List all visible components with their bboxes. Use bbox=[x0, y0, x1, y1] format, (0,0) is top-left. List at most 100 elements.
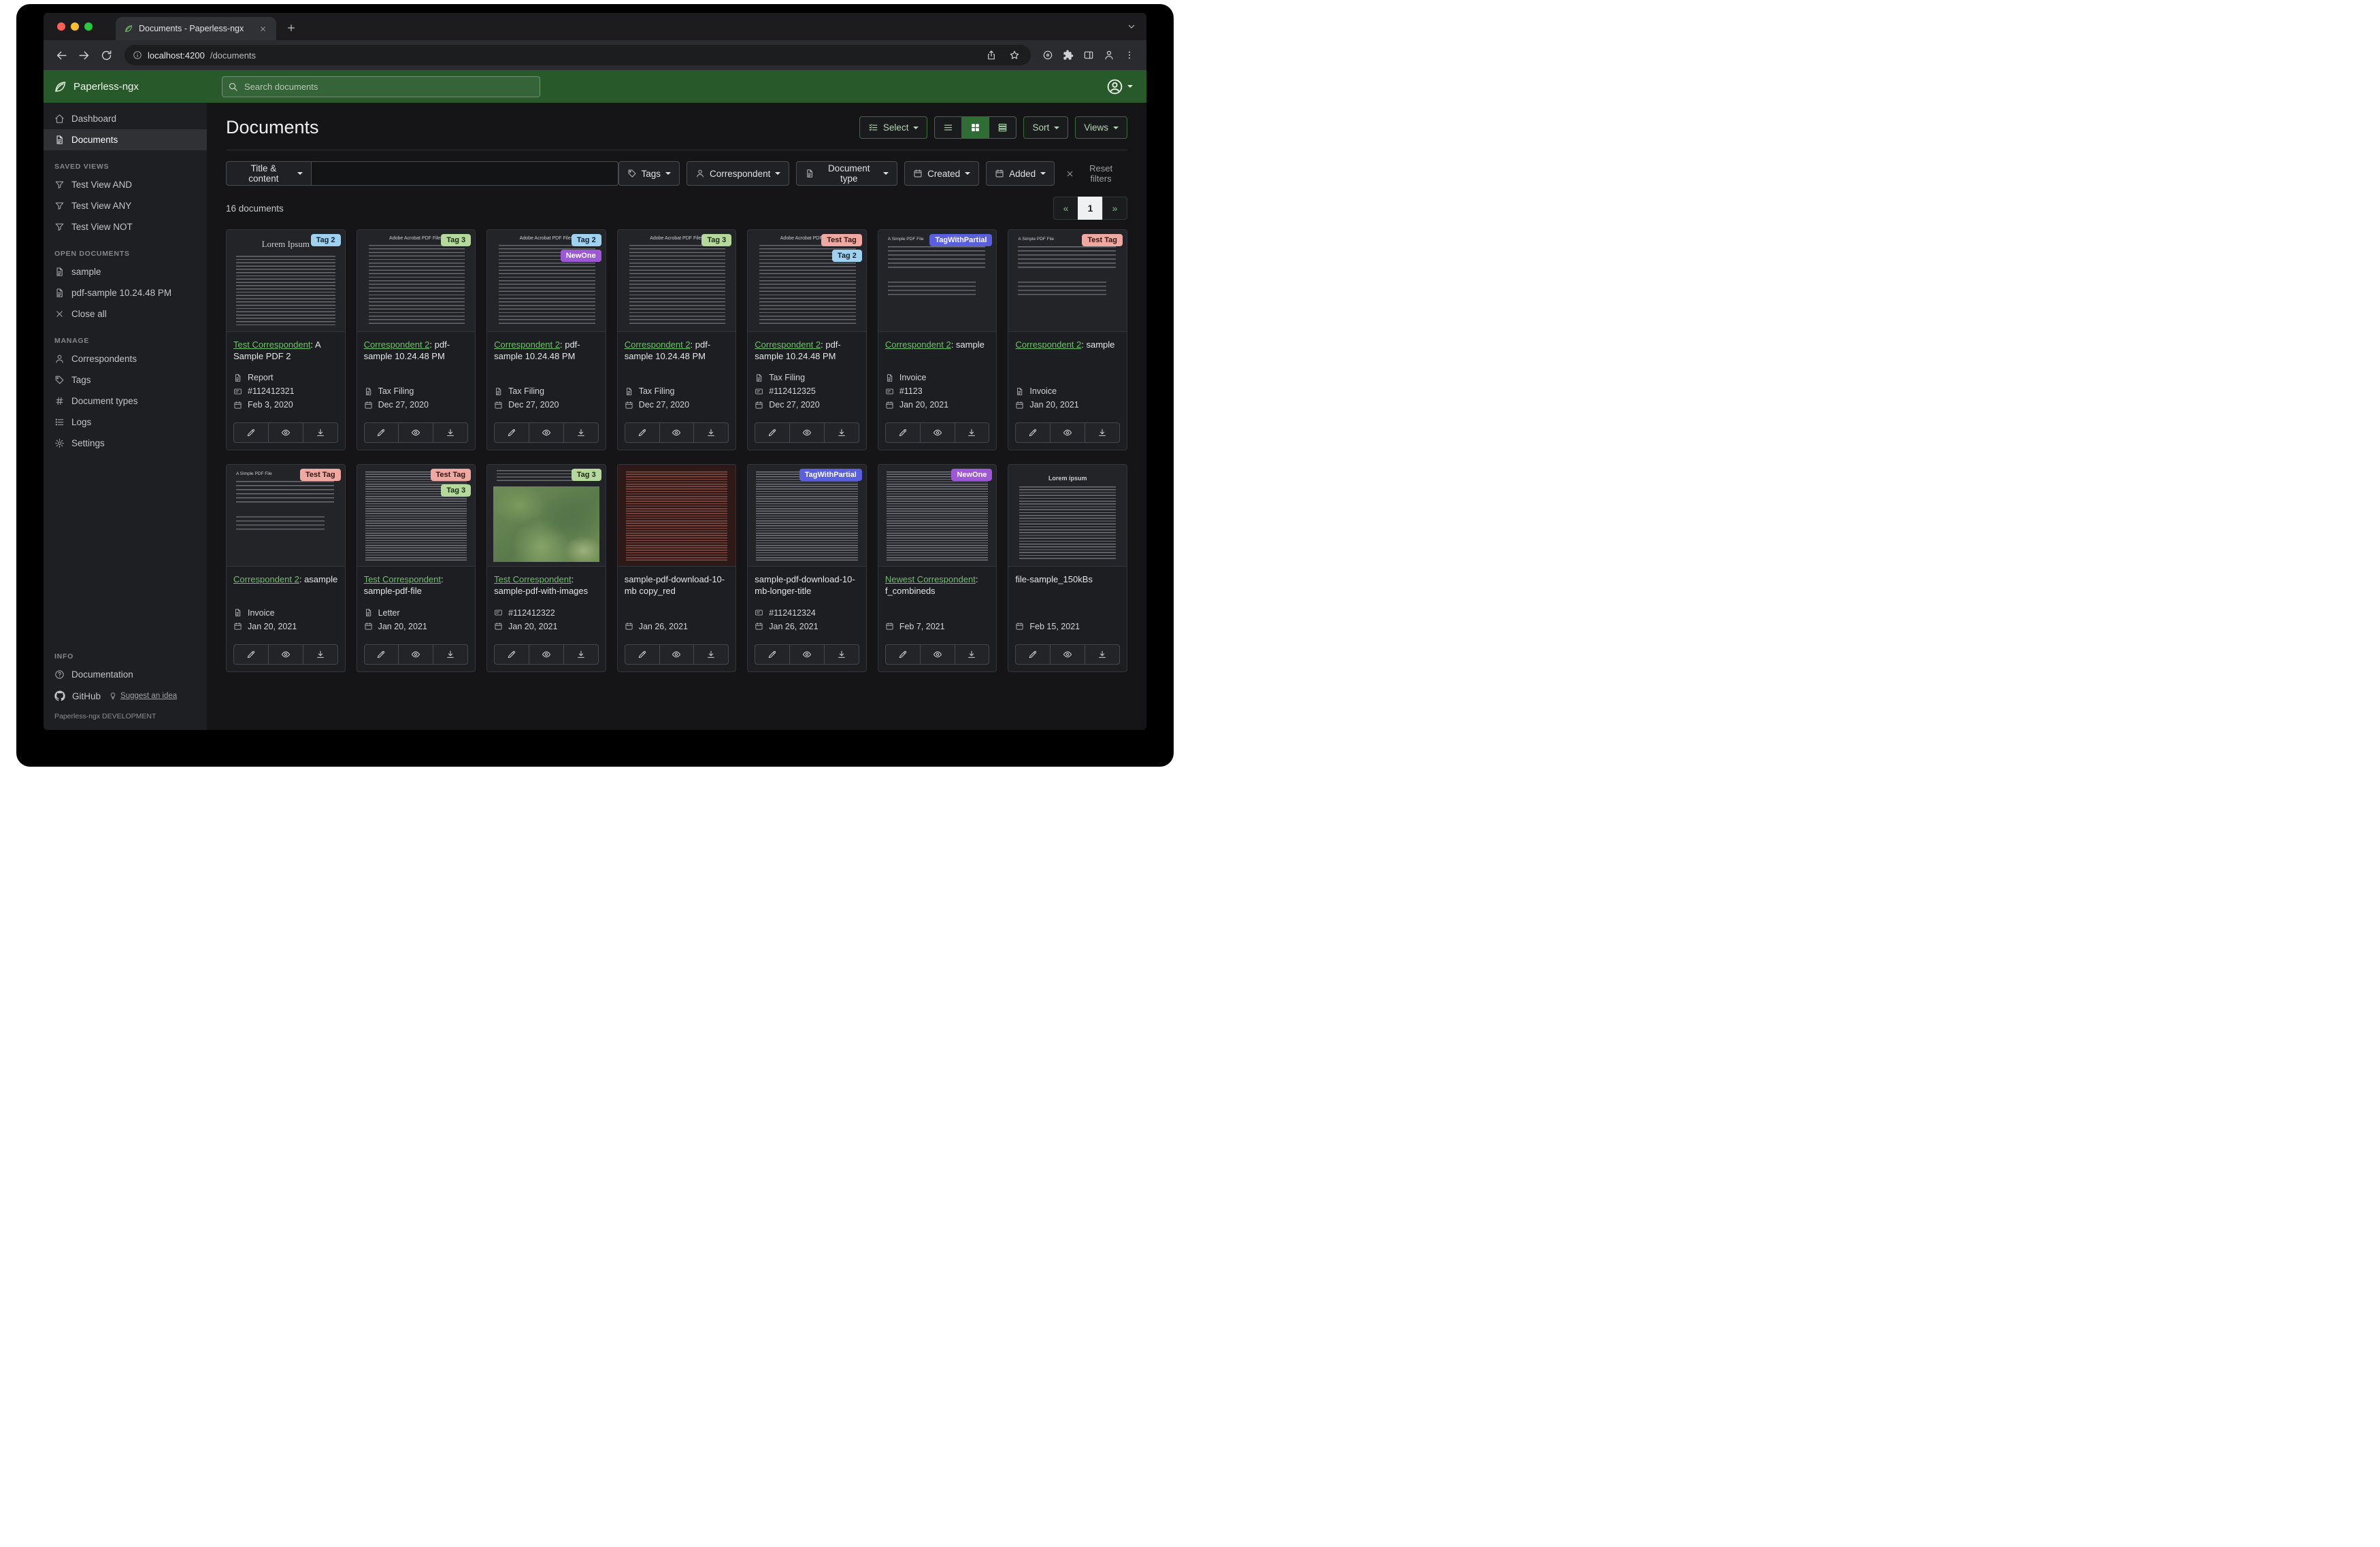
app-brand[interactable]: Paperless-ngx bbox=[53, 80, 215, 94]
download-button[interactable] bbox=[563, 422, 599, 443]
view-button[interactable] bbox=[659, 644, 695, 665]
download-button[interactable] bbox=[1085, 422, 1120, 443]
correspondent-link[interactable]: Correspondent 2 bbox=[625, 339, 691, 350]
sidebar-item-logs[interactable]: Logs bbox=[44, 412, 207, 433]
sidebar-item-dashboard[interactable]: Dashboard bbox=[44, 108, 207, 129]
view-button[interactable] bbox=[398, 422, 433, 443]
download-button[interactable] bbox=[824, 644, 859, 665]
reset-filters-button[interactable]: Reset filters bbox=[1061, 163, 1127, 184]
site-info-icon[interactable] bbox=[133, 50, 142, 60]
correspondent-link[interactable]: Test Correspondent bbox=[494, 574, 571, 584]
browser-tab[interactable]: Documents - Paperless-ngx bbox=[116, 17, 276, 40]
edit-button[interactable] bbox=[364, 422, 399, 443]
added-filter-button[interactable]: Added bbox=[986, 161, 1055, 186]
document-thumbnail[interactable]: Adobe Acrobat PDF Files Tag 3 bbox=[357, 230, 476, 332]
tags-filter-button[interactable]: Tags bbox=[618, 161, 680, 186]
sidebar-item-test-view-and[interactable]: Test View AND bbox=[44, 174, 207, 195]
sidebar-item-open-doc-pdf-sample[interactable]: pdf-sample 10.24.48 PM bbox=[44, 282, 207, 303]
close-window-button[interactable] bbox=[57, 22, 65, 31]
correspondent-link[interactable]: Newest Correspondent bbox=[885, 574, 976, 584]
profile-button[interactable] bbox=[1100, 46, 1118, 64]
tag-badge[interactable]: Tag 2 bbox=[572, 234, 601, 246]
forward-button[interactable] bbox=[74, 46, 94, 65]
download-button[interactable] bbox=[693, 644, 729, 665]
sidebar-item-open-doc-sample[interactable]: sample bbox=[44, 261, 207, 282]
edit-button[interactable] bbox=[1015, 422, 1051, 443]
select-button[interactable]: Select bbox=[859, 116, 928, 139]
download-button[interactable] bbox=[693, 422, 729, 443]
view-button[interactable] bbox=[920, 644, 955, 665]
view-details-button[interactable] bbox=[989, 116, 1017, 139]
sort-button[interactable]: Sort bbox=[1023, 116, 1068, 139]
edit-button[interactable] bbox=[233, 644, 269, 665]
download-button[interactable] bbox=[955, 422, 990, 443]
document-thumbnail[interactable]: Lorem Ipsum Tag 2 bbox=[227, 230, 345, 332]
view-button[interactable] bbox=[789, 422, 825, 443]
filter-text-input[interactable] bbox=[312, 161, 618, 186]
document-type-filter-button[interactable]: Document type bbox=[796, 161, 897, 186]
view-button[interactable] bbox=[268, 644, 303, 665]
document-thumbnail[interactable]: A Simple PDF File Test Tag bbox=[227, 465, 345, 567]
sidebar-item-documentation[interactable]: Documentation bbox=[44, 664, 207, 685]
view-button[interactable] bbox=[529, 422, 564, 443]
sidebar-item-github[interactable]: GitHub bbox=[54, 691, 101, 701]
close-tab-button[interactable] bbox=[257, 22, 269, 35]
tab-search-button[interactable] bbox=[1123, 18, 1140, 35]
sidebar-item-documents[interactable]: Documents bbox=[44, 129, 207, 150]
tag-badge[interactable]: Tag 3 bbox=[441, 234, 471, 246]
edit-button[interactable] bbox=[494, 644, 529, 665]
tag-badge[interactable]: Test Tag bbox=[300, 469, 341, 481]
view-button[interactable] bbox=[529, 644, 564, 665]
correspondent-link[interactable]: Correspondent 2 bbox=[233, 574, 299, 584]
side-panel-button[interactable] bbox=[1080, 46, 1097, 64]
sidebar-item-document-types[interactable]: Document types bbox=[44, 390, 207, 412]
minimize-window-button[interactable] bbox=[71, 22, 79, 31]
document-title-text[interactable]: : sample bbox=[951, 339, 985, 350]
download-button[interactable] bbox=[955, 644, 990, 665]
view-button[interactable] bbox=[1050, 644, 1085, 665]
tag-badge[interactable]: Test Tag bbox=[821, 234, 862, 246]
back-button[interactable] bbox=[52, 46, 71, 65]
correspondent-link[interactable]: Correspondent 2 bbox=[1015, 339, 1081, 350]
edit-button[interactable] bbox=[233, 422, 269, 443]
bookmark-button[interactable] bbox=[1006, 47, 1023, 63]
document-thumbnail[interactable]: Tag 3 bbox=[487, 465, 606, 567]
document-title-text[interactable]: file-sample_150kBs bbox=[1015, 574, 1092, 584]
view-button[interactable] bbox=[268, 422, 303, 443]
next-page-button[interactable]: » bbox=[1102, 197, 1127, 220]
tag-badge[interactable]: Tag 2 bbox=[311, 234, 341, 246]
sidebar-item-correspondents[interactable]: Correspondents bbox=[44, 348, 207, 369]
tag-badge[interactable]: Test Tag bbox=[431, 469, 472, 481]
view-grid-button[interactable] bbox=[961, 116, 989, 139]
browser-menu-button[interactable] bbox=[1121, 46, 1138, 64]
view-button[interactable] bbox=[1050, 422, 1085, 443]
tag-badge[interactable]: Tag 3 bbox=[701, 234, 731, 246]
zoom-window-button[interactable] bbox=[84, 22, 93, 31]
reload-button[interactable] bbox=[97, 46, 116, 65]
document-thumbnail[interactable]: TagWithPartial bbox=[748, 465, 866, 567]
edit-button[interactable] bbox=[755, 644, 790, 665]
sidebar-item-test-view-any[interactable]: Test View ANY bbox=[44, 195, 207, 216]
document-title-text[interactable]: sample-pdf-download-10-mb-longer-title bbox=[755, 574, 855, 596]
tag-badge[interactable]: Tag 3 bbox=[572, 469, 601, 481]
correspondent-link[interactable]: Correspondent 2 bbox=[364, 339, 430, 350]
edit-button[interactable] bbox=[755, 422, 790, 443]
edit-button[interactable] bbox=[885, 422, 921, 443]
correspondent-link[interactable]: Test Correspondent bbox=[233, 339, 310, 350]
tag-badge[interactable]: NewOne bbox=[561, 250, 601, 262]
suggest-idea-link[interactable]: Suggest an idea bbox=[109, 692, 177, 700]
document-thumbnail[interactable]: A Simple PDF File TagWithPartial bbox=[878, 230, 997, 332]
view-button[interactable] bbox=[659, 422, 695, 443]
document-title-text[interactable]: : sample bbox=[1081, 339, 1114, 350]
tag-badge[interactable]: Tag 3 bbox=[441, 484, 471, 497]
correspondent-link[interactable]: Correspondent 2 bbox=[755, 339, 821, 350]
labs-button[interactable] bbox=[1039, 46, 1057, 64]
correspondent-filter-button[interactable]: Correspondent bbox=[687, 161, 789, 186]
document-thumbnail[interactable]: Adobe Acrobat PDF Files Tag 2NewOne bbox=[487, 230, 606, 332]
search-input[interactable] bbox=[222, 76, 540, 97]
correspondent-link[interactable]: Correspondent 2 bbox=[885, 339, 951, 350]
document-thumbnail[interactable]: NewOne bbox=[878, 465, 997, 567]
download-button[interactable] bbox=[563, 644, 599, 665]
views-button[interactable]: Views bbox=[1075, 116, 1127, 139]
document-thumbnail[interactable] bbox=[618, 465, 736, 567]
